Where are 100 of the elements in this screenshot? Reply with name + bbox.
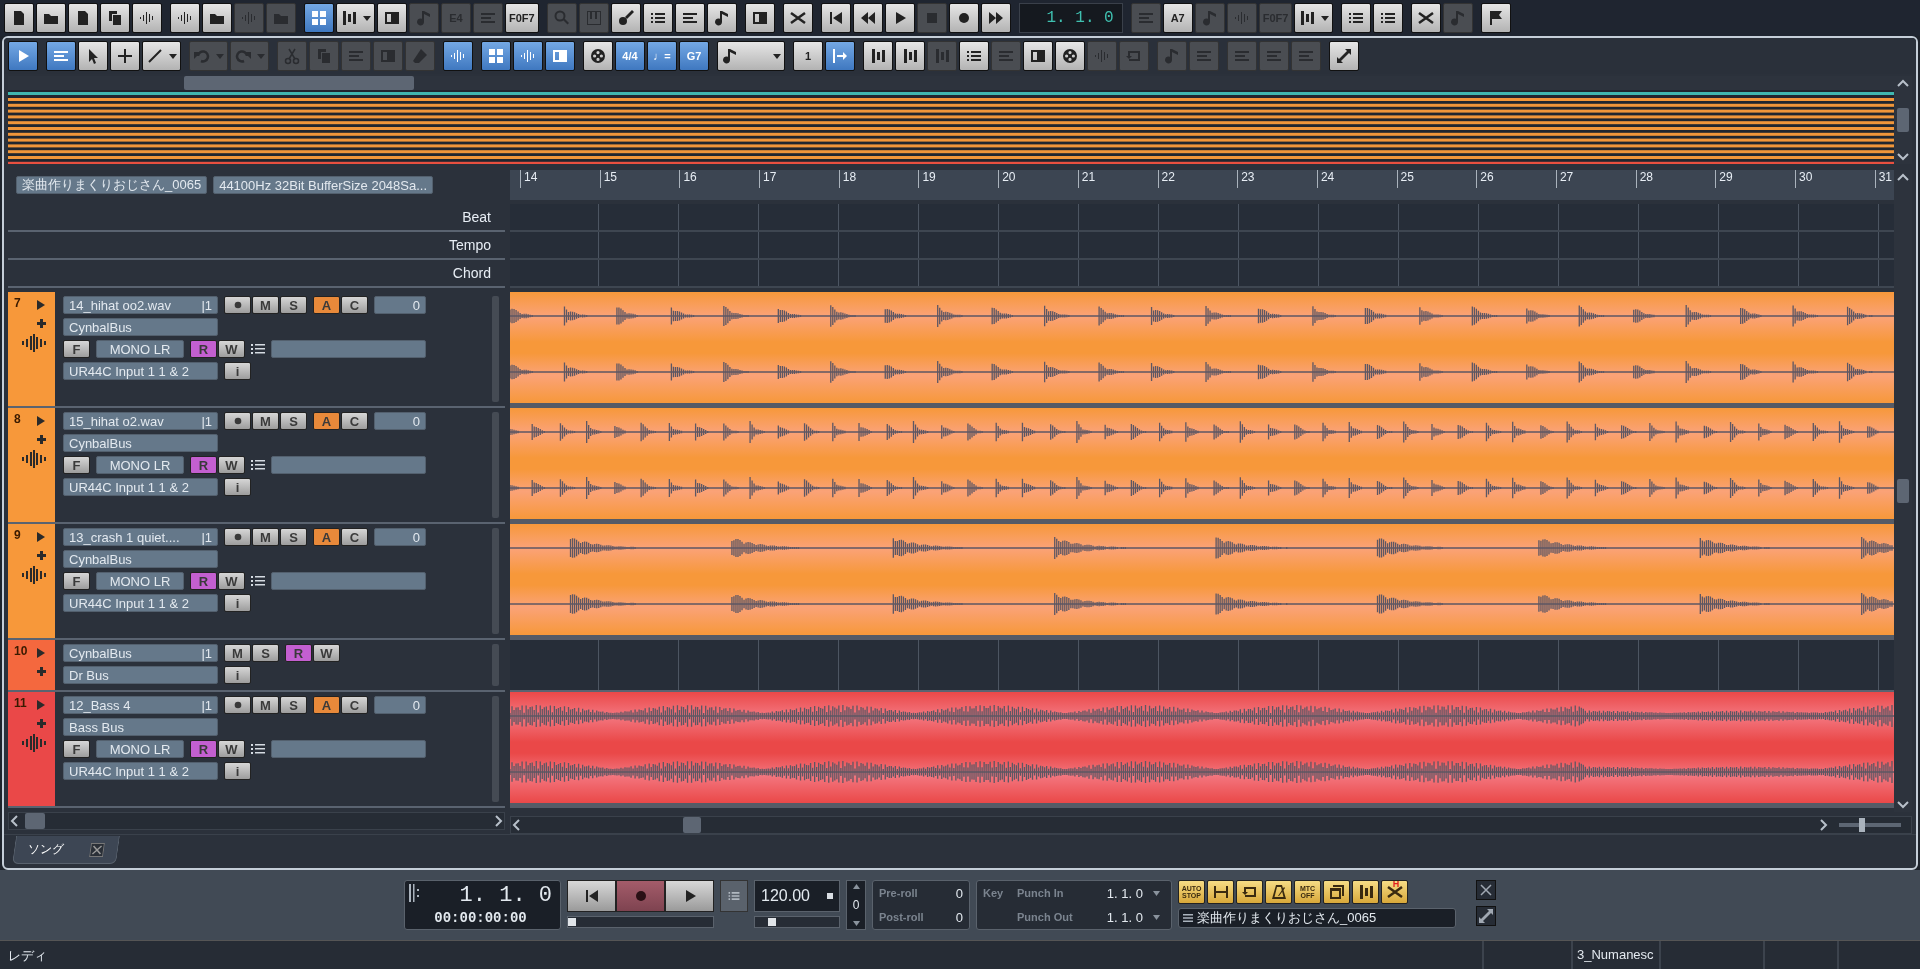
toolbar-button[interactable] xyxy=(820,3,851,33)
shift-field[interactable]: 0 xyxy=(846,880,866,930)
list-icon[interactable] xyxy=(251,459,265,471)
toolbar-button[interactable] xyxy=(481,41,511,71)
toolbar-button[interactable] xyxy=(1329,41,1359,71)
toolbar-button[interactable] xyxy=(1055,41,1085,71)
toolbar-button[interactable] xyxy=(852,3,883,33)
plus-icon[interactable] xyxy=(37,434,46,444)
track-name-field[interactable]: 13_crash 1 quiet.... |1 xyxy=(63,528,218,546)
auto-button[interactable]: A xyxy=(313,296,340,314)
toolbar-button[interactable] xyxy=(1023,41,1053,71)
record-button[interactable] xyxy=(224,696,251,714)
bus-field[interactable]: Bass Bus xyxy=(63,718,218,736)
auto-button[interactable]: A xyxy=(313,528,340,546)
chevron-left-icon[interactable] xyxy=(511,819,523,831)
toolbar-button[interactable] xyxy=(642,3,673,33)
input-field[interactable]: UR44C Input 1 1 & 2 xyxy=(63,594,218,612)
plus-icon[interactable] xyxy=(37,318,46,328)
track-scrollbar[interactable] xyxy=(492,528,499,634)
toolbar-button[interactable] xyxy=(782,3,813,33)
toggle-button[interactable] xyxy=(1265,880,1292,904)
position-slider[interactable] xyxy=(567,916,714,928)
scroll-thumb[interactable] xyxy=(1897,479,1909,503)
toolbar-button[interactable]: 4/4 xyxy=(615,41,645,71)
toolbar-button[interactable] xyxy=(545,41,575,71)
chord-button[interactable]: C xyxy=(341,412,368,430)
chord-button[interactable]: C xyxy=(341,296,368,314)
slider-thumb[interactable] xyxy=(568,918,577,926)
slider-thumb[interactable] xyxy=(1859,818,1866,832)
song-tab[interactable]: ソング xyxy=(12,836,120,864)
down-arrow-icon[interactable] xyxy=(852,921,860,926)
chevron-left-icon[interactable] xyxy=(9,815,21,827)
volume-field[interactable]: 0 xyxy=(374,412,426,430)
toolbar-button[interactable] xyxy=(895,41,925,71)
track-name-field[interactable]: 15_hihat o2.wav |1 xyxy=(63,412,218,430)
list-icon[interactable] xyxy=(251,743,265,755)
toolbar-button[interactable] xyxy=(170,3,200,33)
auto-button[interactable]: A xyxy=(313,412,340,430)
toggle-button[interactable]: H xyxy=(1381,880,1408,904)
audio-clip[interactable] xyxy=(510,408,1894,524)
post-roll-value[interactable]: 0 xyxy=(955,909,963,925)
scroll-thumb[interactable] xyxy=(1897,108,1909,132)
record-button[interactable] xyxy=(224,528,251,546)
toolbar-button[interactable] xyxy=(583,41,613,71)
scroll-thumb[interactable] xyxy=(683,817,701,833)
read-button[interactable]: R xyxy=(190,456,217,474)
info-button[interactable]: i xyxy=(224,362,251,380)
toolbar-button[interactable] xyxy=(1481,3,1512,33)
track-scrollbar[interactable] xyxy=(492,696,499,802)
expand-arrow-icon[interactable] xyxy=(37,416,45,426)
bus-field[interactable]: CynbalBus xyxy=(63,550,218,568)
toolbar-button[interactable] xyxy=(304,3,334,33)
mute-button[interactable]: M xyxy=(252,696,279,714)
tempo-field[interactable]: 120.00 xyxy=(754,880,840,912)
solo-button[interactable]: S xyxy=(280,696,307,714)
list-button[interactable] xyxy=(720,880,748,912)
track-scrollbar[interactable] xyxy=(492,412,499,518)
up-arrow-icon[interactable] xyxy=(852,884,860,889)
chord-button[interactable]: C xyxy=(341,528,368,546)
track-name-field[interactable]: 12_Bass 4 |1 xyxy=(63,696,218,714)
bus-field[interactable]: Dr Bus xyxy=(63,666,218,684)
chord-button[interactable]: C xyxy=(341,696,368,714)
record-button[interactable] xyxy=(224,412,251,430)
toolbar-button[interactable] xyxy=(4,3,34,33)
toolbar-button[interactable] xyxy=(142,41,181,71)
toolbar-button[interactable] xyxy=(36,3,66,33)
toolbar-button[interactable] xyxy=(443,41,473,71)
expand-arrow-icon[interactable] xyxy=(37,648,45,658)
toggle-button[interactable] xyxy=(1352,880,1379,904)
plus-icon[interactable] xyxy=(37,666,46,676)
record-button[interactable] xyxy=(224,296,251,314)
mute-button[interactable]: M xyxy=(224,644,251,662)
plus-icon[interactable] xyxy=(37,718,46,728)
toolbar-button[interactable] xyxy=(132,3,162,33)
toolbar-button[interactable] xyxy=(674,3,705,33)
toolbar-button[interactable] xyxy=(980,3,1011,33)
output-field[interactable]: MONO LR xyxy=(96,572,184,590)
read-button[interactable]: R xyxy=(190,572,217,590)
toolbar-button[interactable]: 1 xyxy=(793,41,823,71)
parameter-field[interactable] xyxy=(271,740,426,758)
write-button[interactable]: W xyxy=(313,644,340,662)
toolbar-button[interactable] xyxy=(1411,3,1442,33)
solo-button[interactable]: S xyxy=(280,528,307,546)
solo-button[interactable]: S xyxy=(252,644,279,662)
toolbar-button[interactable] xyxy=(513,41,543,71)
close-button[interactable] xyxy=(1476,880,1496,900)
toolbar-button[interactable] xyxy=(717,41,785,71)
tempo-slider[interactable] xyxy=(754,916,840,928)
volume-field[interactable]: 0 xyxy=(374,296,426,314)
toolbar-button[interactable]: A7 xyxy=(1162,3,1193,33)
parameter-field[interactable] xyxy=(271,572,426,590)
slider-thumb[interactable] xyxy=(767,918,776,926)
parameter-field[interactable] xyxy=(271,456,426,474)
info-button[interactable]: i xyxy=(224,666,251,684)
toolbar-button[interactable] xyxy=(78,41,108,71)
write-button[interactable]: W xyxy=(218,572,245,590)
toolbar-button[interactable] xyxy=(825,41,855,71)
expand-arrow-icon[interactable] xyxy=(37,700,45,710)
toolbar-button[interactable] xyxy=(110,41,140,71)
input-field[interactable]: UR44C Input 1 1 & 2 xyxy=(63,362,218,380)
